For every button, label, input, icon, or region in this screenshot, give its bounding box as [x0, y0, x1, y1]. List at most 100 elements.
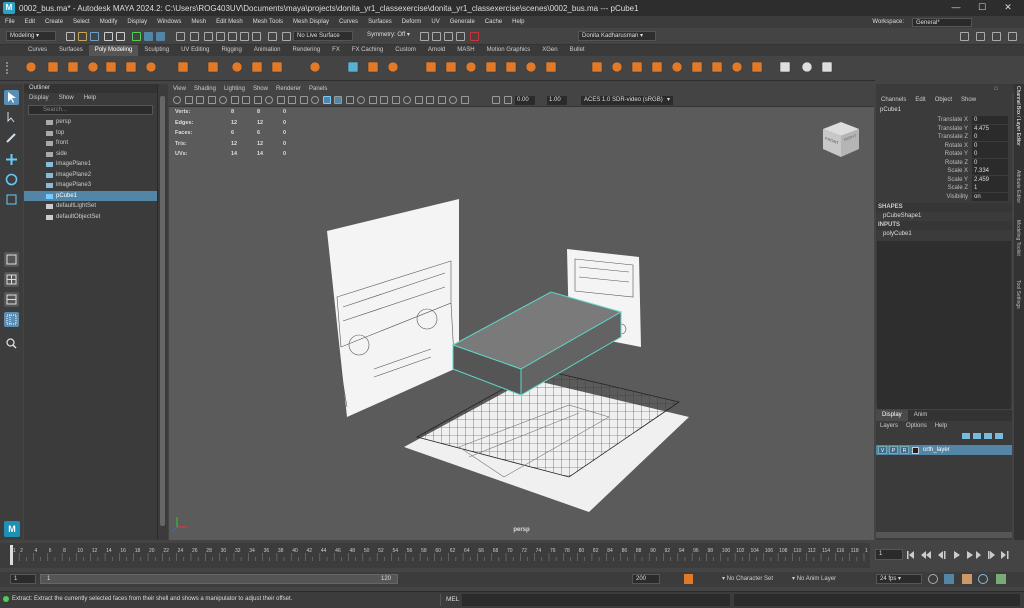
- shelf-tab-xgen[interactable]: XGen: [536, 45, 563, 56]
- menu-curves[interactable]: Curves: [334, 19, 363, 25]
- maximize-icon[interactable]: ☐: [970, 2, 994, 14]
- paint-select-tool-icon[interactable]: [4, 130, 19, 145]
- two-pane-layout-icon[interactable]: [4, 292, 19, 307]
- maya-home-icon[interactable]: M: [4, 521, 20, 537]
- menu-mesh-display[interactable]: Mesh Display: [288, 19, 334, 25]
- history-icon[interactable]: [268, 32, 277, 41]
- menu-mesh-tools[interactable]: Mesh Tools: [248, 19, 288, 25]
- separate-icon[interactable]: [308, 60, 322, 74]
- layer-menu-layers[interactable]: Layers: [880, 423, 898, 429]
- outliner-item-pcube1[interactable]: pCube1: [24, 190, 157, 201]
- snap-surface-icon[interactable]: [252, 32, 261, 41]
- use-all-lights-icon[interactable]: [368, 96, 377, 104]
- side-tab-channel-box-layer-editor[interactable]: Channel Box / Layer Editor: [1015, 86, 1021, 146]
- platonic-icon[interactable]: [176, 60, 190, 74]
- xray-components-icon[interactable]: [460, 96, 469, 104]
- menu-edit-mesh[interactable]: Edit Mesh: [211, 19, 248, 25]
- snap-curve-icon[interactable]: [216, 32, 225, 41]
- poly-super-shape-icon[interactable]: [206, 60, 220, 74]
- menu-file[interactable]: File: [0, 19, 20, 25]
- layer-tab-anim[interactable]: Anim: [908, 410, 934, 421]
- channel-translate-z[interactable]: Translate Z 0: [876, 133, 1012, 142]
- merge-icon[interactable]: [650, 60, 664, 74]
- ipr-render-icon[interactable]: [432, 32, 441, 41]
- target-weld-icon[interactable]: [524, 60, 538, 74]
- channel-scale-x[interactable]: Scale X 7.334: [876, 167, 1012, 176]
- command-input[interactable]: [462, 594, 730, 606]
- shelf-tab-fx-caching[interactable]: FX Caching: [346, 45, 389, 56]
- channelbox-menu-show[interactable]: Show: [961, 97, 976, 103]
- menu-modify[interactable]: Modify: [95, 19, 123, 25]
- input-node[interactable]: polyCube1: [876, 230, 1012, 239]
- shelf-tab-arnold[interactable]: Arnold: [422, 45, 451, 56]
- toggle-tool-settings-icon[interactable]: [992, 32, 1001, 41]
- automatic-map-icon[interactable]: [820, 60, 834, 74]
- anim-layer-dropdown[interactable]: ▾ No Anim Layer: [792, 575, 836, 582]
- select-hierarchy-icon[interactable]: [132, 32, 141, 41]
- channel-value-field[interactable]: 2.459: [972, 175, 1008, 184]
- save-scene-icon[interactable]: [90, 32, 99, 41]
- shelf-tab-custom[interactable]: Custom: [389, 45, 422, 56]
- resolution-gate-icon[interactable]: [265, 96, 273, 104]
- menu-windows[interactable]: Windows: [152, 19, 186, 25]
- channel-translate-x[interactable]: Translate X 0: [876, 116, 1012, 125]
- outliner-layout-icon[interactable]: [4, 312, 19, 327]
- arnold-render-icon[interactable]: [470, 32, 479, 41]
- move-layer-up-icon[interactable]: [962, 433, 970, 439]
- outliner-item-imageplane1[interactable]: imagePlane1: [24, 159, 157, 170]
- gamma-field[interactable]: 1.00: [547, 96, 567, 105]
- outliner-item-defaultlightset[interactable]: defaultLightSet: [24, 201, 157, 212]
- xray-icon[interactable]: [437, 96, 446, 104]
- shelf-options-icon[interactable]: [6, 62, 12, 74]
- shelf-tab-sculpting[interactable]: Sculpting: [138, 45, 175, 56]
- outliner-item-front[interactable]: front: [24, 138, 157, 149]
- snap-grid-icon[interactable]: [204, 32, 213, 41]
- bridge-icon[interactable]: [386, 60, 400, 74]
- menu-create[interactable]: Create: [40, 19, 68, 25]
- quad-draw-icon[interactable]: [544, 60, 558, 74]
- time-slider[interactable]: 1 2 4 6 8 10 12 14 16 18 20 22 24 26 28 30 32 34 36 38 40 42 4…: [0, 543, 870, 568]
- viewport-menu-renderer[interactable]: Renderer: [276, 86, 301, 92]
- grid-icon[interactable]: [242, 96, 250, 104]
- default-material-icon[interactable]: [345, 96, 354, 104]
- outliner-search-input[interactable]: Search...: [28, 105, 153, 115]
- move-layer-down-icon[interactable]: [973, 433, 981, 439]
- shelf-tab-surfaces[interactable]: Surfaces: [53, 45, 89, 56]
- search-icon[interactable]: [4, 336, 19, 351]
- outliner-item-persp[interactable]: persp: [24, 117, 157, 128]
- menu-uv[interactable]: UV: [426, 19, 444, 25]
- xray-joints-icon[interactable]: [449, 96, 457, 104]
- cached-playback-icon[interactable]: [944, 574, 954, 584]
- channel-value-field[interactable]: 4.475: [972, 124, 1008, 133]
- shelf-tab-rigging[interactable]: Rigging: [215, 45, 247, 56]
- undo-icon[interactable]: [104, 32, 113, 41]
- start-frame-field[interactable]: 1: [10, 574, 36, 584]
- safe-action-icon[interactable]: [299, 96, 308, 104]
- bookmarks-icon[interactable]: [196, 96, 204, 104]
- triangulate-icon[interactable]: [690, 60, 704, 74]
- multi-cut-icon[interactable]: [504, 60, 518, 74]
- channelbox-menu-object[interactable]: Object: [935, 97, 952, 103]
- menu-mesh[interactable]: Mesh: [186, 19, 211, 25]
- shadows-icon[interactable]: [380, 96, 388, 104]
- render-settings-icon[interactable]: [444, 32, 453, 41]
- anti-aliasing-icon[interactable]: [414, 96, 423, 104]
- viewport-menu-panels[interactable]: Panels: [309, 86, 327, 92]
- rotate-tool-icon[interactable]: [4, 172, 19, 187]
- layer-tab-display[interactable]: Display: [876, 410, 908, 421]
- shelf-tab-mash[interactable]: MASH: [451, 45, 480, 56]
- select-by-type-icon[interactable]: [176, 32, 185, 41]
- channel-visibility[interactable]: Visibility on: [876, 192, 1012, 202]
- smooth-icon[interactable]: [346, 60, 360, 74]
- bevel-icon[interactable]: [444, 60, 458, 74]
- channel-value-field[interactable]: on: [972, 192, 1008, 201]
- select-vertices-icon[interactable]: [190, 32, 199, 41]
- character-icon[interactable]: [978, 574, 988, 584]
- shelf-tab-rendering[interactable]: Rendering: [286, 45, 326, 56]
- poly-svg-icon[interactable]: [250, 60, 264, 74]
- layer-menu-options[interactable]: Options: [906, 423, 927, 429]
- boolean-icon[interactable]: [366, 60, 380, 74]
- menu-select[interactable]: Select: [68, 19, 95, 25]
- select-camera-icon[interactable]: [173, 96, 181, 104]
- 2d-pan-zoom-icon[interactable]: [219, 96, 227, 104]
